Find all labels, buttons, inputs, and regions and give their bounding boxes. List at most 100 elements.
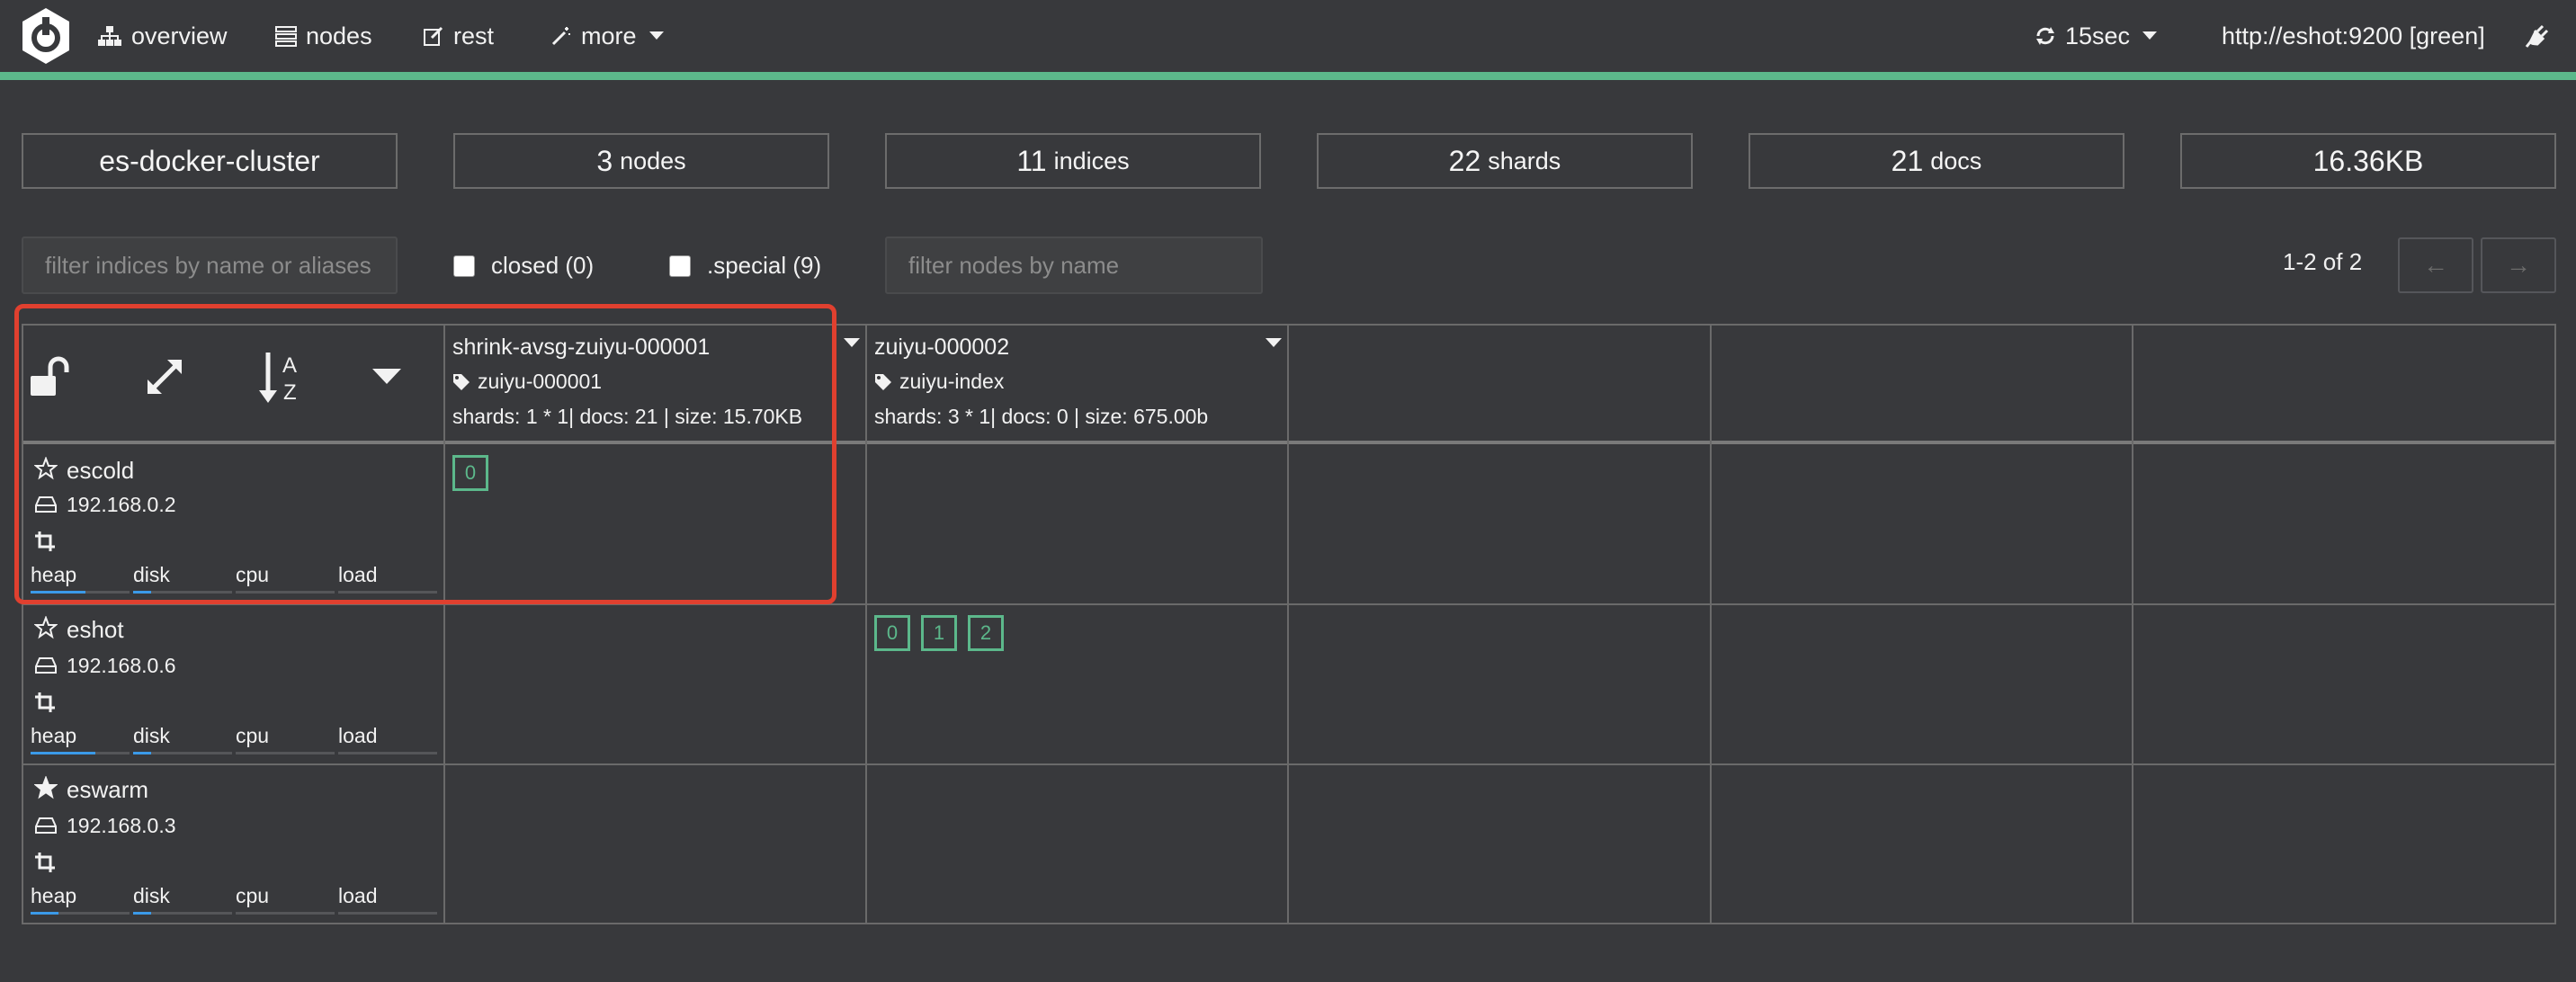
index-info: shards: 3 * 1| docs: 0 | size: 675.00b <box>874 405 1209 428</box>
special-indices-toggle[interactable]: .special (9) <box>669 252 821 280</box>
grid-line <box>865 324 867 924</box>
caret-down-icon <box>648 31 664 40</box>
shards-unit: shards <box>1488 147 1561 174</box>
hdd-icon <box>35 657 57 674</box>
metric-cpu: cpu <box>236 724 270 747</box>
caret-down-icon <box>2142 31 2158 40</box>
node-ip: 192.168.0.6 <box>67 654 176 677</box>
indices-count: 11 <box>1016 144 1047 177</box>
docs-count: 21 <box>1891 144 1924 177</box>
star-outline-icon <box>34 616 58 639</box>
top-navbar: overview nodes rest more 15sec http://es… <box>0 0 2576 72</box>
logo[interactable] <box>20 0 81 72</box>
cluster-status-bar <box>0 72 2576 80</box>
disk-bar-fill <box>133 752 151 754</box>
grid-line <box>1710 324 1712 924</box>
nav-nodes[interactable]: nodes <box>275 0 372 72</box>
grid-line <box>22 923 2556 924</box>
index-name[interactable]: zuiyu-000002 <box>874 335 1279 361</box>
nav-overview[interactable]: overview <box>97 0 228 72</box>
metric-load: load <box>338 884 378 907</box>
load-bar <box>338 912 437 915</box>
refresh-interval-label: 15sec <box>2065 22 2131 49</box>
server-icon <box>275 26 297 47</box>
indices-count-box: 11 indices <box>885 133 1261 189</box>
nav-rest[interactable]: rest <box>423 0 494 72</box>
nav-overview-label: overview <box>131 22 228 49</box>
shards-count: 22 <box>1448 144 1481 177</box>
crop-icon <box>35 853 55 872</box>
special-checkbox[interactable] <box>669 254 691 277</box>
index-header[interactable]: zuiyu-000002 zuiyu-index shards: 3 * 1| … <box>874 335 1279 429</box>
shard-box[interactable]: 0 <box>874 615 910 651</box>
nav-nodes-label: nodes <box>306 22 372 49</box>
caret-down-icon[interactable] <box>844 338 860 348</box>
cerebro-logo-icon <box>22 8 69 64</box>
pagination-info: 1-2 of 2 <box>2283 248 2363 275</box>
tag-icon <box>875 373 891 390</box>
nav-more-dropdown[interactable]: more <box>550 0 673 72</box>
filter-indices-input[interactable] <box>22 237 398 294</box>
nodes-count-box: 3 nodes <box>453 133 829 189</box>
heap-bar <box>31 912 130 915</box>
disk-bar <box>133 912 232 915</box>
closed-label: closed (0) <box>491 252 595 279</box>
nodes-count: 3 <box>596 144 613 177</box>
node-row: eswarm 192.168.0.3 heap disk cpu load <box>22 765 443 923</box>
closed-indices-toggle[interactable]: closed (0) <box>453 252 594 280</box>
metric-heap: heap <box>31 724 77 747</box>
magic-wand-icon <box>551 27 570 46</box>
crop-icon <box>35 692 55 712</box>
shards-count-box: 22 shards <box>1317 133 1693 189</box>
connection-url[interactable]: http://eshot:9200 [green] <box>2222 0 2485 72</box>
index-alias: zuiyu-index <box>874 370 1279 394</box>
heap-bar-fill <box>31 752 95 754</box>
cluster-name: es-docker-cluster <box>99 144 320 177</box>
node-ip: 192.168.0.3 <box>67 814 176 837</box>
docs-unit: docs <box>1930 147 1982 174</box>
cpu-bar <box>236 912 335 915</box>
disk-bar-fill <box>133 912 151 915</box>
refresh-icon <box>2036 27 2054 45</box>
filter-nodes-input[interactable] <box>885 237 1263 294</box>
shard-box[interactable]: 1 <box>921 615 957 651</box>
nav-more-label: more <box>581 22 637 49</box>
prev-page-button[interactable]: ← <box>2398 237 2473 293</box>
grid-line <box>1287 324 1289 924</box>
node-name[interactable]: eshot <box>67 616 124 644</box>
nav-rest-label: rest <box>453 22 495 49</box>
metric-heap: heap <box>31 884 77 907</box>
metric-disk: disk <box>133 884 170 907</box>
shard-box[interactable]: 2 <box>968 615 1004 651</box>
indices-unit: indices <box>1053 147 1130 174</box>
total-size: 16.36KB <box>2312 144 2424 177</box>
node-row: eshot 192.168.0.6 heap disk cpu load <box>22 605 443 763</box>
disk-bar <box>133 752 232 754</box>
docs-count-box: 21 docs <box>1749 133 2124 189</box>
caret-down-icon[interactable] <box>1266 338 1282 348</box>
hdd-icon <box>35 817 57 834</box>
plug-icon <box>2525 24 2549 48</box>
cluster-name-box: es-docker-cluster <box>22 133 398 189</box>
sitemap-icon <box>98 26 121 46</box>
edit-icon <box>424 26 443 46</box>
highlight-annotation <box>14 304 836 604</box>
nodes-unit: nodes <box>620 147 686 174</box>
connection-url-label: http://eshot:9200 [green] <box>2222 22 2485 49</box>
metric-load: load <box>338 724 378 747</box>
special-label: .special (9) <box>707 252 822 279</box>
size-box: 16.36KB <box>2180 133 2556 189</box>
heap-bar-fill <box>31 912 58 915</box>
load-bar <box>338 752 437 754</box>
disconnect-button[interactable] <box>2524 0 2560 72</box>
refresh-interval-dropdown[interactable]: 15sec <box>2035 0 2166 72</box>
metric-disk: disk <box>133 724 170 747</box>
grid-line <box>2132 324 2133 924</box>
grid-line <box>2554 324 2556 924</box>
next-page-button[interactable]: → <box>2481 237 2556 293</box>
closed-checkbox[interactable] <box>453 254 475 277</box>
metric-cpu: cpu <box>236 884 270 907</box>
alias-label: zuiyu-index <box>899 370 1005 393</box>
node-name[interactable]: eswarm <box>67 776 148 804</box>
cpu-bar <box>236 752 335 754</box>
